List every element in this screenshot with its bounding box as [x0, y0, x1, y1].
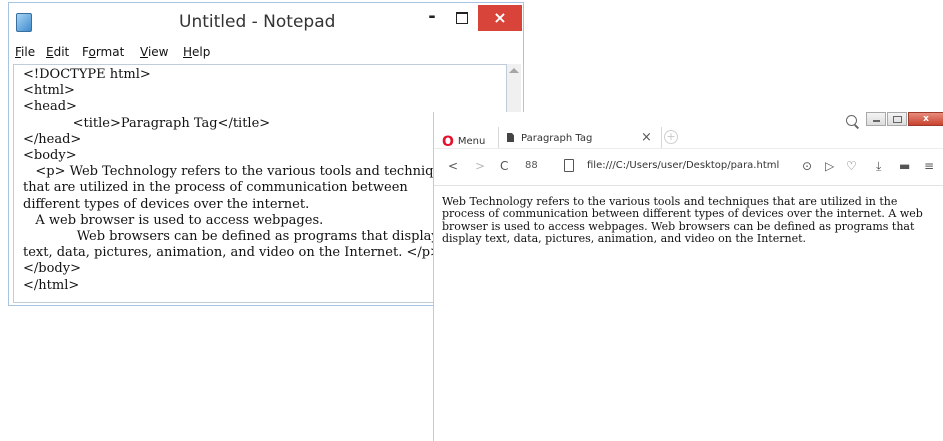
battery-icon[interactable]: ▬: [899, 159, 910, 173]
reload-icon[interactable]: C: [500, 159, 508, 173]
browser-window: x O Menu Paragraph Tag × + < > C 88 file:…: [433, 112, 943, 441]
forward-icon[interactable]: >: [475, 159, 485, 173]
browser-maximize-button[interactable]: [887, 112, 907, 126]
browser-tabbar: x O Menu Paragraph Tag × +: [434, 112, 943, 150]
document-icon: [507, 133, 514, 142]
menu-format[interactable]: Format: [82, 45, 124, 59]
code-line: <html>: [23, 83, 75, 99]
page-paragraph: Web Technology refers to the various too…: [442, 195, 923, 246]
maximize-icon: [456, 12, 468, 24]
tab-label: Paragraph Tag: [521, 133, 593, 144]
heart-icon[interactable]: ♡: [846, 159, 857, 173]
maximize-button[interactable]: [449, 9, 475, 29]
menu-help[interactable]: Help: [183, 45, 210, 59]
page-info-icon[interactable]: [564, 159, 574, 172]
menu-edit[interactable]: Edit: [46, 45, 69, 59]
speed-dial-icon[interactable]: 88: [525, 159, 538, 173]
opera-menu-label: Menu: [457, 136, 486, 147]
tab-close-icon[interactable]: ×: [641, 130, 652, 145]
notepad-titlebar[interactable]: Untitled - Notepad - ×: [9, 3, 523, 41]
menu-file[interactable]: File: [15, 45, 35, 59]
search-tabs-icon[interactable]: [846, 115, 857, 126]
browser-minimize-button[interactable]: [866, 112, 886, 126]
address-bar[interactable]: file:///C:/Users/user/Desktop/para.html: [587, 160, 779, 171]
scroll-up-arrow-icon[interactable]: [509, 68, 519, 73]
new-tab-button[interactable]: +: [664, 130, 678, 144]
browser-close-button[interactable]: x: [908, 112, 943, 126]
menu-view[interactable]: View: [140, 45, 168, 59]
send-icon[interactable]: ▷: [825, 159, 834, 173]
notepad-menubar: File Edit Format View Help: [9, 41, 523, 64]
menu-icon[interactable]: ≡: [924, 159, 934, 173]
minimize-button[interactable]: -: [419, 7, 445, 29]
back-icon[interactable]: <: [448, 159, 458, 173]
download-icon[interactable]: ⤓: [876, 159, 881, 173]
browser-toolbar: < > C 88 file:///C:/Users/user/Desktop/p…: [434, 148, 943, 186]
close-button[interactable]: ×: [478, 5, 522, 31]
code-line: <!DOCTYPE html>: [23, 67, 151, 82]
snapshot-icon[interactable]: ⊙: [802, 159, 812, 173]
notepad-app-icon: [16, 13, 32, 32]
tab-paragraph-tag[interactable]: Paragraph Tag ×: [498, 127, 662, 148]
notepad-title: Untitled - Notepad: [179, 12, 336, 32]
